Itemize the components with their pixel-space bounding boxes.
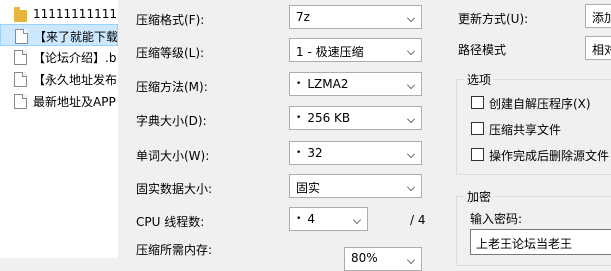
encryption-title: 加密 — [464, 188, 495, 205]
format-value: 7z — [296, 10, 310, 24]
format-select[interactable]: 7z — [289, 5, 422, 29]
solid-label: 固实数据大小: — [136, 182, 213, 196]
memory-label: 压缩所需内存: — [136, 243, 213, 257]
method-label: 压缩方法(M): — [136, 80, 208, 94]
memory-value: 80% — [351, 251, 378, 265]
options-title: 选项 — [464, 71, 495, 88]
password-value: 上老王论坛当老王 — [476, 237, 573, 251]
level-select[interactable]: 1 - 极速压缩 — [289, 38, 422, 62]
bullet-icon: • — [296, 79, 302, 89]
shared-label: 压缩共享文件 — [489, 123, 562, 137]
list-item[interactable]: 【永久地址发布 — [0, 68, 118, 90]
sfx-label: 创建自解压程序(X) — [489, 97, 591, 111]
document-icon — [14, 72, 27, 87]
file-name: 【来了就能下载 — [34, 30, 118, 44]
bullet-icon: • — [296, 214, 302, 224]
word-value: • 32 — [296, 146, 323, 160]
threads-text: 4 — [307, 212, 315, 226]
chevron-down-icon — [407, 256, 415, 264]
bullet-icon: • — [296, 148, 302, 158]
method-text: LZMA2 — [307, 77, 349, 91]
chevron-down-icon — [407, 150, 415, 158]
list-item[interactable]: 【论坛介绍】.b — [0, 46, 118, 68]
word-select[interactable]: • 32 — [289, 141, 422, 165]
file-name: 【论坛介绍】.b — [33, 51, 117, 65]
level-label: 压缩等级(L): — [136, 46, 205, 60]
update-label: 更新方式(U): — [458, 12, 529, 26]
list-item[interactable]: 【来了就能下载 — [0, 24, 118, 46]
folder-icon — [14, 7, 27, 22]
shared-checkbox[interactable] — [471, 122, 484, 135]
level-value: 1 - 极速压缩 — [296, 45, 364, 59]
delete-label: 操作完成后删除源文件 — [489, 149, 610, 163]
threads-select[interactable]: • 4 — [289, 207, 368, 231]
dict-label: 字典大小(D): — [136, 114, 207, 128]
update-select[interactable]: 添加 — [585, 4, 611, 28]
document-icon — [14, 50, 27, 65]
bullet-icon: • — [296, 113, 302, 123]
pathmode-value: 相对 — [592, 43, 611, 57]
list-item[interactable]: 1111111111111 — [0, 4, 118, 26]
solid-value: 固实 — [296, 181, 321, 195]
chevron-down-icon — [407, 183, 415, 191]
solid-select[interactable]: 固实 — [289, 174, 422, 198]
list-item[interactable]: 最新地址及APP — [0, 90, 118, 112]
compress-dialog: 压缩格式(F): 7z 压缩等级(L): 1 - 极速压缩 压缩方法(M): •… — [118, 0, 611, 271]
threads-total: / 4 — [410, 213, 426, 227]
chevron-down-icon — [407, 115, 415, 123]
chevron-down-icon — [353, 216, 361, 224]
memory-select[interactable]: 80% — [344, 247, 422, 271]
delete-checkbox[interactable] — [471, 148, 484, 161]
sfx-checkbox[interactable] — [471, 96, 484, 109]
pathmode-label: 路径模式 — [458, 43, 507, 57]
password-input[interactable]: 上老王论坛当老王 — [470, 229, 611, 255]
word-label: 单词大小(W): — [136, 149, 210, 163]
file-name: 最新地址及APP — [33, 95, 116, 109]
pathmode-select[interactable]: 相对 — [585, 36, 611, 60]
threads-label: CPU 线程数: — [136, 215, 205, 229]
method-value: • LZMA2 — [296, 77, 348, 91]
threads-value: • 4 — [296, 212, 315, 226]
password-label: 输入密码: — [470, 212, 523, 226]
method-select[interactable]: • LZMA2 — [289, 72, 422, 96]
format-label: 压缩格式(F): — [136, 13, 205, 27]
dict-select[interactable]: • 256 KB — [289, 106, 422, 130]
chevron-down-icon — [407, 14, 415, 22]
dict-text: 256 KB — [307, 111, 351, 125]
word-text: 32 — [307, 146, 323, 160]
chevron-down-icon — [407, 47, 415, 55]
chevron-down-icon — [407, 81, 415, 89]
file-name: 【永久地址发布 — [33, 73, 118, 87]
update-value: 添加 — [592, 11, 611, 25]
file-name: 1111111111111 — [33, 7, 118, 21]
document-icon — [15, 29, 28, 44]
dict-value: • 256 KB — [296, 111, 350, 125]
document-icon — [14, 94, 27, 109]
file-list: 1111111111111 【来了就能下载 【论坛介绍】.b 【永久地址发布 最… — [0, 0, 118, 258]
